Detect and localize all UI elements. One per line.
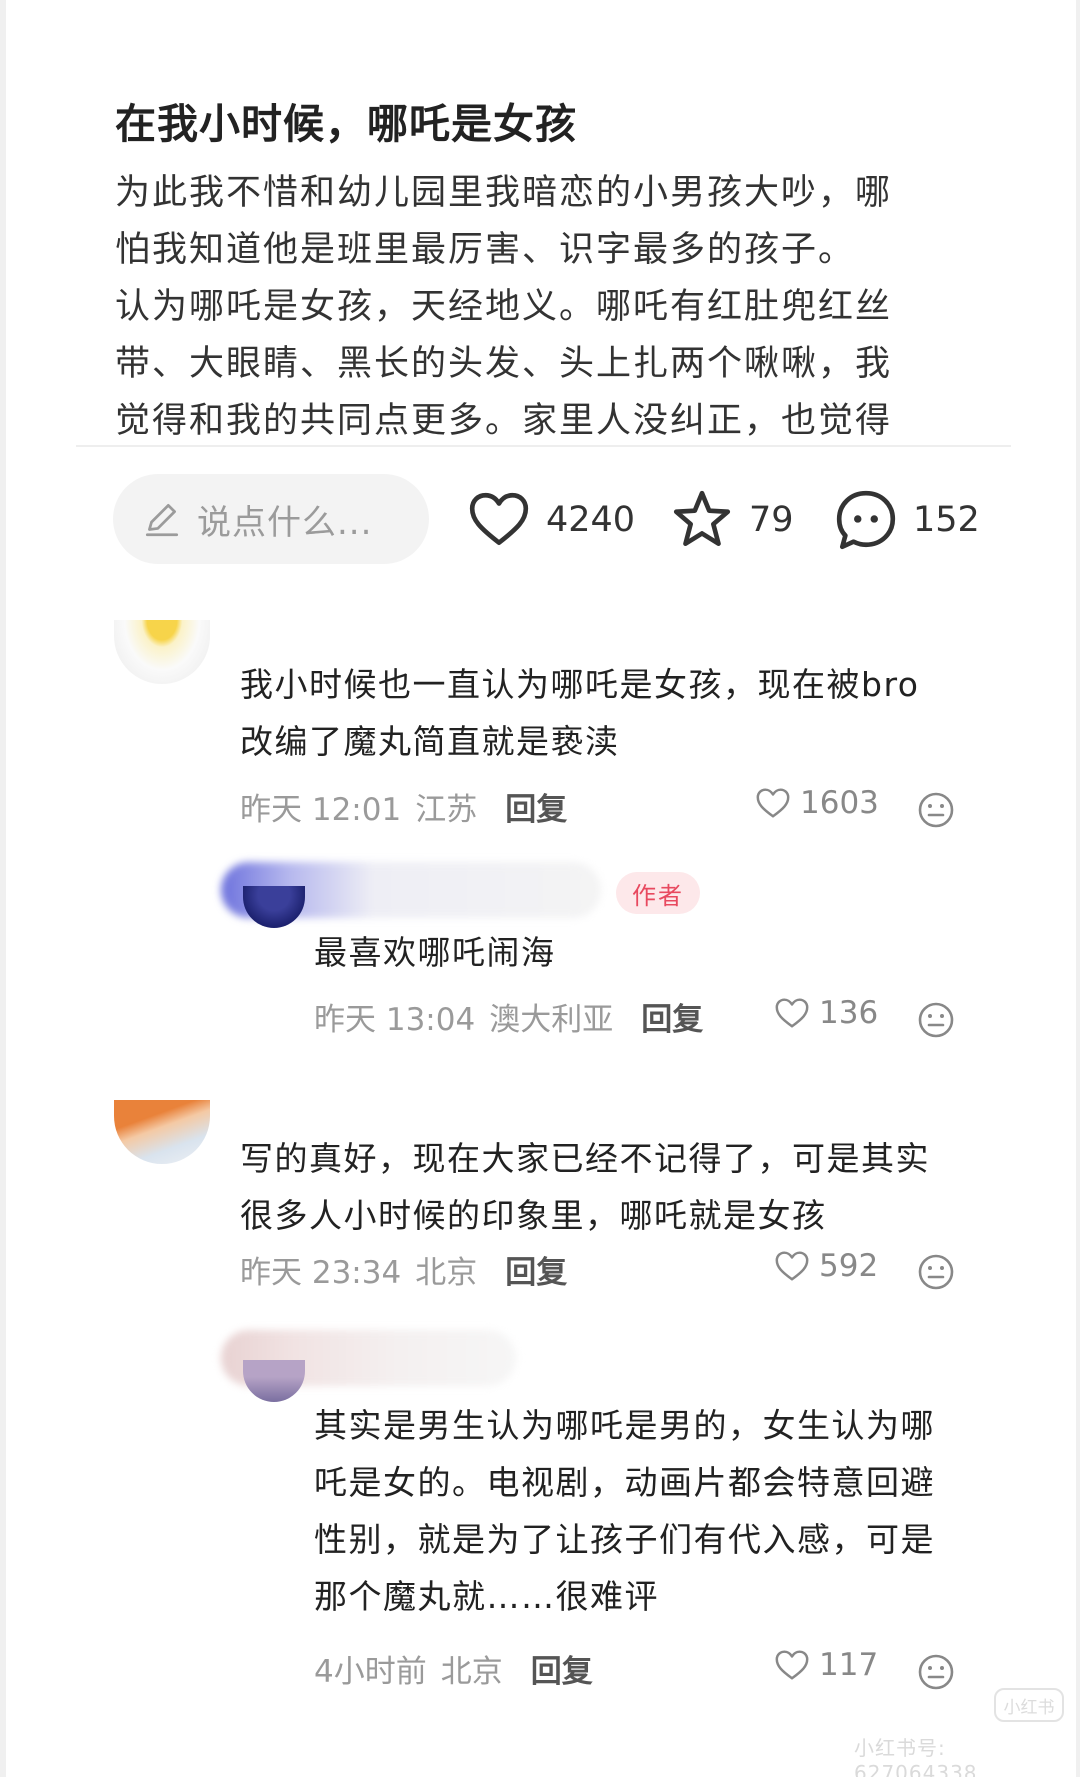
- note-body-line: 觉得和我的共同点更多。家里人没纠正，也觉得: [115, 401, 893, 441]
- like-button[interactable]: 4240: [466, 485, 635, 555]
- reply-time: 昨天 13:04: [314, 1002, 476, 1038]
- heart-icon: [775, 1650, 809, 1680]
- reply-like-button[interactable]: 136: [773, 994, 878, 1032]
- reply-text: 其实是男生认为哪吒是男的，女生认为哪 吒是女的。电视剧，动画片都会特意回避 性别…: [314, 1397, 1034, 1625]
- reply-like-count: 117: [819, 1647, 879, 1683]
- comment-text: 我小时候也一直认为哪吒是女孩，现在被bro 改编了魔丸简直就是亵渎: [240, 656, 1020, 770]
- comment-count: 152: [913, 500, 980, 540]
- note-body-line: 认为哪吒是女孩，天经地义。哪吒有红肚兜红丝: [115, 287, 893, 327]
- reply-meta: 4小时前 北京 回复: [314, 1646, 593, 1691]
- reply-time: 4小时前: [314, 1654, 427, 1690]
- note-body-line: 带、大眼睛、黑长的头发、头上扎两个啾啾，我: [115, 344, 893, 384]
- comment-location: 江苏: [415, 792, 478, 828]
- reply-text-line: 吒是女的。电视剧，动画片都会特意回避: [314, 1463, 935, 1502]
- collect-button[interactable]: 79: [669, 485, 794, 555]
- star-icon: [673, 490, 731, 547]
- emoji-face-icon[interactable]: [916, 790, 956, 830]
- comment-text-line: 改编了魔丸简直就是亵渎: [240, 722, 620, 761]
- emoji-face-icon[interactable]: [916, 1000, 956, 1040]
- heart-icon: [469, 492, 529, 546]
- reply-button[interactable]: 回复: [505, 784, 567, 829]
- heart-icon: [756, 788, 790, 818]
- heart-icon: [775, 998, 809, 1028]
- note-detail-screen: 在我小时候，哪吒是女孩 为此我不惜和幼儿园里我暗恋的小男孩大吵，哪 怕我知道他是…: [6, 0, 1076, 1777]
- comment-meta: 昨天 23:34 北京 回复: [240, 1247, 567, 1292]
- reply-location: 澳大利亚: [489, 1002, 614, 1038]
- watermark-id: 小红书号: 627064338: [854, 1736, 978, 1777]
- author-badge: 作者: [616, 872, 700, 914]
- comment-input-placeholder: 说点什么...: [197, 502, 373, 543]
- comment-text-line: 我小时候也一直认为哪吒是女孩，现在被bro: [240, 665, 920, 704]
- comment-text-line: 很多人小时候的印象里，哪吒就是女孩: [240, 1196, 827, 1235]
- like-count: 4240: [546, 500, 636, 540]
- avatar[interactable]: [114, 1100, 210, 1164]
- reply-button[interactable]: 回复: [641, 994, 703, 1039]
- reply-text-line: 性别，就是为了让孩子们有代入感，可是: [314, 1520, 935, 1559]
- comment-like-count: 1603: [800, 785, 879, 821]
- reply-like-button[interactable]: 117: [773, 1646, 878, 1684]
- reply-location: 北京: [440, 1654, 503, 1690]
- comment-like-button[interactable]: 592: [773, 1247, 878, 1285]
- reply-button[interactable]: 回复: [531, 1646, 593, 1691]
- comment-text-line: 写的真好，现在大家已经不记得了，可是其实: [240, 1139, 930, 1178]
- note-title: 在我小时候，哪吒是女孩: [115, 100, 577, 148]
- comment-like-button[interactable]: 1603: [754, 784, 879, 822]
- comment-location: 北京: [415, 1255, 478, 1291]
- emoji-face-icon[interactable]: [916, 1652, 956, 1692]
- note-body: 为此我不惜和幼儿园里我暗恋的小男孩大吵，哪 怕我知道他是班里最厉害、识字最多的孩…: [115, 165, 965, 450]
- reply-button[interactable]: 回复: [505, 1247, 567, 1292]
- heart-icon: [775, 1251, 809, 1281]
- reply-text: 最喜欢哪吒闹海: [314, 924, 1034, 981]
- note-body-line: 为此我不惜和幼儿园里我暗恋的小男孩大吵，哪: [115, 173, 893, 213]
- avatar[interactable]: [243, 1360, 305, 1402]
- watermark-logo: 小红书: [994, 1688, 1064, 1722]
- comment-time: 昨天 12:01: [240, 792, 402, 828]
- pencil-icon: [145, 503, 179, 537]
- reply-text-line: 最喜欢哪吒闹海: [314, 933, 556, 972]
- comment-like-count: 592: [819, 1248, 879, 1284]
- comment-meta: 昨天 12:01 江苏 回复: [240, 784, 567, 829]
- comment-input[interactable]: 说点什么...: [113, 474, 429, 564]
- avatar[interactable]: [114, 620, 210, 684]
- emoji-face-icon[interactable]: [916, 1252, 956, 1292]
- note-body-line: 怕我知道他是班里最厉害、识字最多的孩子。: [115, 230, 856, 270]
- reply-text-line: 其实是男生认为哪吒是男的，女生认为哪: [314, 1406, 935, 1445]
- avatar[interactable]: [243, 886, 305, 928]
- collect-count: 79: [749, 500, 794, 540]
- reply-text-line: 那个魔丸就……很难评: [314, 1577, 659, 1616]
- divider: [76, 445, 1011, 447]
- reply-like-count: 136: [819, 995, 879, 1031]
- reply-meta: 昨天 13:04 澳大利亚 回复: [314, 994, 703, 1039]
- comment-bubble-icon: [836, 490, 896, 550]
- comment-text: 写的真好，现在大家已经不记得了，可是其实 很多人小时候的印象里，哪吒就是女孩: [240, 1130, 1020, 1244]
- comment-time: 昨天 23:34: [240, 1255, 402, 1291]
- comment-button[interactable]: 152: [833, 485, 980, 555]
